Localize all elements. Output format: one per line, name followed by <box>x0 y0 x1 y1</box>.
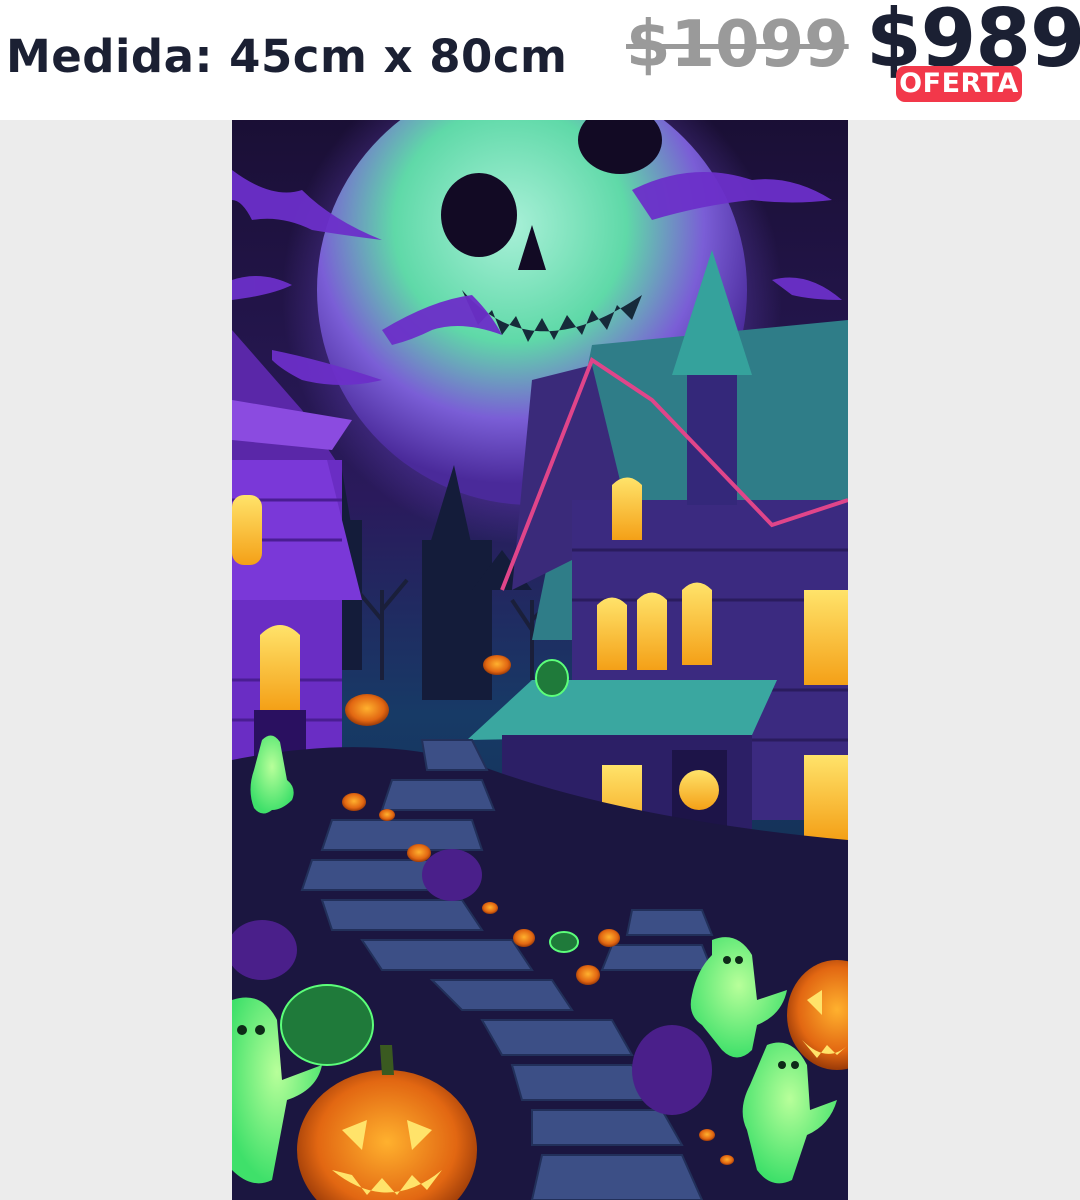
original-price: $1099 <box>626 8 849 82</box>
halloween-poster-image <box>232 120 848 1200</box>
size-label: Medida: 45cm x 80cm <box>6 30 568 83</box>
offer-badge: OFERTA <box>896 66 1022 102</box>
product-header: Medida: 45cm x 80cm $1099 $989 OFERTA <box>0 0 1080 120</box>
